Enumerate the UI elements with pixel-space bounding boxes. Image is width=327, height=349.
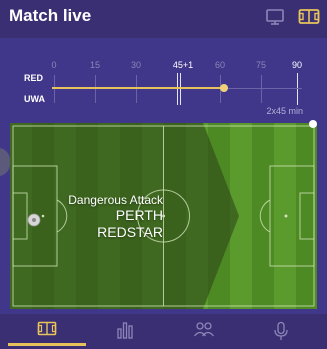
tick-mark — [136, 75, 137, 103]
right-penalty-box — [269, 165, 315, 267]
monitor-icon — [266, 9, 284, 25]
nav-lineups-tab[interactable] — [164, 314, 242, 349]
attacking-team-line1: PERTH — [115, 207, 163, 223]
away-team-label: UWA — [24, 94, 45, 104]
tick-label: 30 — [130, 60, 142, 70]
tick-label: 15 — [89, 60, 101, 70]
fulltime-mark — [297, 73, 298, 105]
match-duration: 2x45 min — [266, 106, 303, 116]
tick-label: 0 — [51, 60, 57, 70]
pitch-corner-indicator — [309, 120, 317, 128]
home-team-label: RED — [24, 73, 44, 83]
halftime-mark — [177, 73, 178, 105]
monitor-button[interactable] — [265, 8, 285, 26]
field-icon — [37, 321, 57, 336]
pitch-markings — [10, 123, 315, 309]
timeline-progress-dot — [220, 84, 229, 92]
page-title: Match live — [9, 6, 92, 25]
tick-label: 45+1 — [172, 60, 194, 70]
header-bar: Match live — [0, 0, 327, 38]
active-tab-indicator — [8, 343, 86, 346]
bar-chart-icon — [117, 322, 133, 339]
tick-mark — [95, 75, 96, 103]
nav-pitch-tab[interactable] — [8, 314, 86, 349]
right-goal-box — [299, 192, 315, 240]
players-icon — [193, 322, 215, 337]
nav-commentary-tab[interactable] — [242, 314, 320, 349]
tick-label: 60 — [214, 60, 226, 70]
right-penalty-arc — [259, 199, 271, 233]
ball-icon — [27, 213, 41, 227]
timeline-progress — [52, 87, 225, 89]
microphone-icon — [274, 321, 288, 340]
nav-stats-tab[interactable] — [86, 314, 164, 349]
tick-mark — [54, 75, 55, 103]
field-icon — [298, 9, 320, 24]
tick-label: 90 — [291, 60, 303, 70]
right-penalty-spot — [284, 214, 288, 218]
match-timeline: RED UWA 0 15 30 45+1 60 75 90 2x45 min — [0, 38, 327, 118]
pitch-view: Dangerous Attack PERTH REDSTAR — [10, 123, 317, 309]
tick-mark — [261, 75, 262, 103]
tick-label: 75 — [255, 60, 267, 70]
field-view-button[interactable] — [298, 8, 320, 26]
attacking-team-line2: REDSTAR — [97, 224, 163, 240]
event-label: Dangerous Attack — [68, 193, 163, 207]
event-overlay: Dangerous Attack PERTH REDSTAR — [68, 193, 163, 241]
bottom-navigation — [0, 314, 327, 349]
left-penalty-spot — [41, 214, 45, 218]
halftime-mark — [180, 73, 181, 105]
